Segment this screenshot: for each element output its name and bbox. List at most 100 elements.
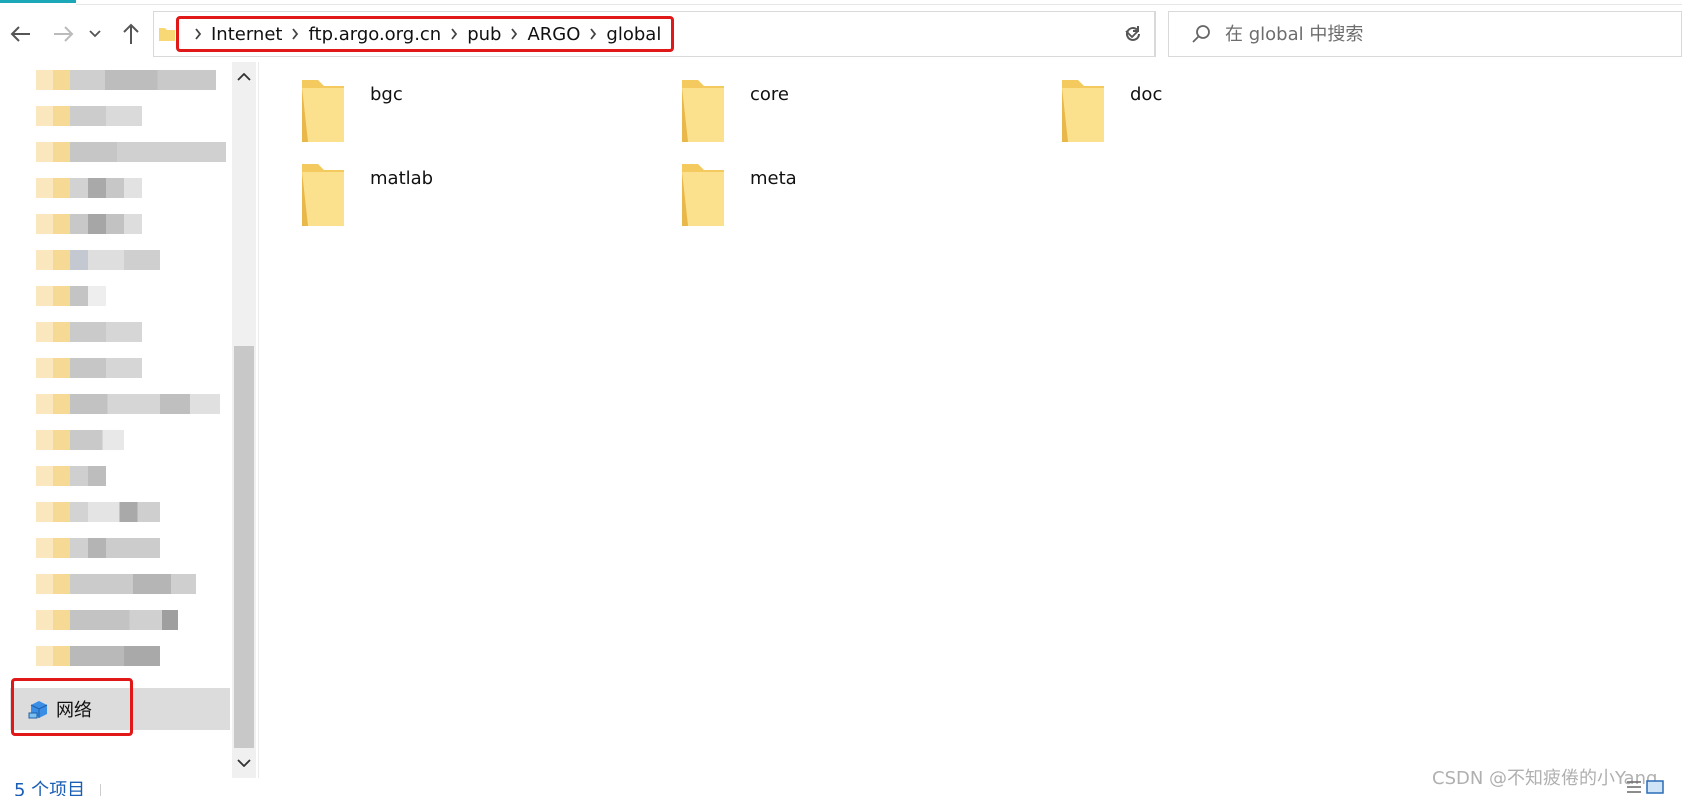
folder-name: doc [1130, 84, 1163, 105]
address-bar[interactable]: Internet ftp.argo.org.cn pub ARGO global [153, 11, 1155, 57]
folder-icon [36, 358, 70, 378]
folder-item-core[interactable]: core [680, 62, 1040, 142]
nav-item-obscured[interactable] [36, 70, 216, 90]
blurred-label [70, 286, 106, 306]
folder-icon [36, 322, 70, 342]
folder-icon [36, 178, 70, 198]
folder-icon [36, 142, 70, 162]
search-icon [1192, 25, 1210, 43]
details-view-icon[interactable] [1626, 780, 1642, 794]
blurred-label [70, 214, 142, 234]
breadcrumb: Internet ftp.argo.org.cn pub ARGO global [176, 16, 675, 52]
blurred-label [70, 610, 178, 630]
scroll-thumb[interactable] [234, 346, 254, 748]
breadcrumb-item-global[interactable]: global [604, 24, 663, 45]
nav-item-obscured[interactable] [36, 286, 106, 306]
breadcrumb-item-argo[interactable]: ARGO [525, 24, 582, 45]
chevron-down-icon [237, 759, 251, 767]
chevron-right-icon[interactable] [187, 28, 209, 40]
chevron-right-icon[interactable] [443, 28, 465, 40]
folder-icon [302, 80, 344, 142]
status-item-count: 5 个项目 [14, 780, 86, 796]
blurred-label [70, 430, 124, 450]
folder-name: bgc [370, 84, 403, 105]
nav-item-obscured[interactable] [36, 322, 142, 342]
large-icons-view-icon[interactable] [1646, 780, 1664, 794]
refresh-icon [1125, 26, 1140, 41]
nav-pane-scrollbar[interactable] [232, 62, 256, 778]
blurred-label [70, 178, 142, 198]
folder-icon [682, 164, 724, 226]
nav-item-obscured[interactable] [36, 106, 142, 126]
up-button[interactable] [118, 18, 144, 50]
blurred-label [70, 70, 216, 90]
nav-item-obscured[interactable] [36, 538, 160, 558]
folder-item-bgc[interactable]: bgc [300, 62, 660, 142]
folder-icon [36, 538, 70, 558]
refresh-button[interactable] [1110, 11, 1156, 57]
pane-divider [258, 62, 259, 778]
nav-item-obscured[interactable] [36, 250, 160, 270]
nav-item-obscured[interactable] [36, 178, 142, 198]
folder-item-meta[interactable]: meta [680, 146, 1040, 226]
blurred-label [70, 466, 106, 486]
scroll-up-button[interactable] [232, 62, 256, 92]
recent-locations-button[interactable] [86, 18, 104, 50]
blurred-label [70, 502, 160, 522]
blurred-label [70, 142, 226, 162]
breadcrumb-item-internet[interactable]: Internet [209, 24, 284, 45]
back-button[interactable] [8, 18, 34, 50]
arrow-left-icon [10, 26, 30, 42]
search-box[interactable] [1168, 11, 1682, 57]
nav-item-obscured[interactable] [36, 358, 142, 378]
blurred-label [70, 574, 196, 594]
folder-icon [36, 502, 70, 522]
nav-item-obscured[interactable] [36, 394, 220, 414]
folder-item-matlab[interactable]: matlab [300, 146, 660, 226]
folder-icon [36, 106, 70, 126]
nav-item-obscured[interactable] [36, 142, 226, 162]
folder-icon [36, 286, 70, 306]
nav-item-obscured[interactable] [36, 646, 160, 666]
nav-item-obscured[interactable] [36, 574, 196, 594]
blurred-label [70, 538, 160, 558]
blurred-label [70, 322, 142, 342]
chevron-up-icon [237, 73, 251, 81]
blurred-label [70, 394, 220, 414]
file-list: bgc core doc matlab meta [260, 62, 1682, 778]
folder-icon [36, 70, 70, 90]
folder-icon [159, 28, 175, 41]
network-icon [28, 701, 48, 719]
folder-name: core [750, 84, 789, 105]
breadcrumb-item-pub[interactable]: pub [465, 24, 503, 45]
nav-item-obscured[interactable] [36, 610, 178, 630]
folder-icon [36, 574, 70, 594]
title-accent [0, 0, 76, 3]
blurred-label [70, 250, 160, 270]
chevron-right-icon[interactable] [582, 28, 604, 40]
nav-item-obscured[interactable] [36, 466, 106, 486]
folder-item-doc[interactable]: doc [1060, 62, 1420, 142]
arrow-up-icon [123, 23, 139, 44]
nav-item-network[interactable]: 网络 [10, 688, 230, 730]
forward-button[interactable] [50, 18, 76, 50]
title-divider [76, 4, 1682, 5]
nav-item-network-label: 网络 [56, 700, 92, 721]
folder-icon [36, 646, 70, 666]
watermark: CSDN @不知疲倦的小Yang [1432, 768, 1658, 789]
folder-icon [36, 214, 70, 234]
breadcrumb-item-host[interactable]: ftp.argo.org.cn [306, 24, 443, 45]
chevron-right-icon[interactable] [503, 28, 525, 40]
search-input[interactable] [1225, 23, 1625, 45]
status-divider [100, 784, 101, 796]
nav-item-obscured[interactable] [36, 430, 124, 450]
nav-item-obscured[interactable] [36, 502, 160, 522]
nav-item-obscured[interactable] [36, 214, 142, 234]
chevron-right-icon[interactable] [284, 28, 306, 40]
navigation-pane: 网络 [0, 62, 232, 778]
folder-icon [36, 394, 70, 414]
folder-icon [682, 80, 724, 142]
scroll-down-button[interactable] [232, 748, 256, 778]
arrow-right-icon [54, 26, 74, 42]
folder-name: meta [750, 168, 797, 189]
